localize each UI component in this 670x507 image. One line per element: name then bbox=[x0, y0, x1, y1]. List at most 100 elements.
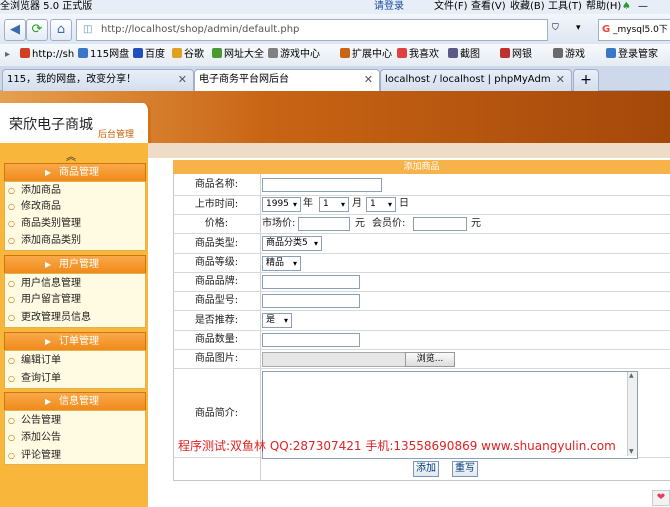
close-icon[interactable]: ✕ bbox=[364, 70, 373, 90]
label-recommend: 是否推荐: bbox=[194, 315, 239, 326]
year-select[interactable]: 1995 ▾ bbox=[262, 197, 301, 212]
navigation-bar: ◀ ⟳ ⌂ ◫ http://localhost/shop/admin/defa… bbox=[0, 14, 670, 45]
label-product-type: 商品类型: bbox=[194, 238, 239, 249]
menu-help[interactable]: 帮助(H) bbox=[586, 0, 621, 14]
bookmark-9[interactable]: 截图 bbox=[448, 44, 480, 66]
row-divider bbox=[173, 310, 670, 311]
scroll-down-icon[interactable]: ▼ bbox=[629, 448, 634, 455]
test-watermark: 程序测试:双鱼林 QQ:287307421 手机:13558690869 www… bbox=[178, 439, 616, 453]
address-bar[interactable]: ◫ http://localhost/shop/admin/default.ph… bbox=[76, 19, 548, 41]
sidebar-item-admin-info[interactable]: ○ 更改管理员信息 bbox=[8, 310, 91, 326]
sidebar-item-category-manage[interactable]: ○ 商品类别管理 bbox=[8, 216, 81, 232]
model-input[interactable] bbox=[262, 294, 360, 308]
bookmark-5[interactable]: 网址大全 bbox=[212, 44, 264, 66]
image-file-input[interactable] bbox=[262, 352, 406, 367]
bookmarks-toggle[interactable]: ▸ bbox=[5, 44, 10, 66]
search-engine-icon: G bbox=[602, 24, 611, 35]
quantity-input[interactable] bbox=[262, 333, 360, 347]
label-model: 商品型号: bbox=[194, 295, 239, 306]
member-price-label: 会员价: bbox=[372, 218, 406, 229]
close-icon[interactable]: ✕ bbox=[556, 70, 565, 90]
menu-favorites[interactable]: 收藏(B) bbox=[510, 0, 545, 14]
label-quantity: 商品数量: bbox=[194, 334, 239, 345]
group-header-products[interactable]: ▶ 商品管理 bbox=[4, 163, 146, 182]
arrow-icon: ▶ bbox=[45, 337, 52, 346]
minimize-icon[interactable]: — bbox=[638, 0, 648, 14]
search-text: _mysql5.0下 bbox=[613, 25, 668, 35]
menu-tools[interactable]: 工具(T) bbox=[548, 0, 582, 14]
group-header-orders[interactable]: ▶ 订单管理 bbox=[4, 332, 146, 351]
bookmark-1[interactable]: http://sh bbox=[20, 44, 74, 66]
recommend-select[interactable]: 是 ▾ bbox=[262, 313, 292, 328]
sidebar-item-add-product[interactable]: ○ 添加商品 bbox=[8, 183, 61, 199]
row-divider bbox=[173, 368, 670, 369]
month-select[interactable]: 1 ▾ bbox=[319, 197, 349, 212]
scroll-up-icon[interactable]: ▲ bbox=[629, 372, 634, 379]
reset-button[interactable]: 重写 bbox=[452, 461, 478, 477]
arrow-icon: ▶ bbox=[45, 260, 52, 269]
collapse-icon[interactable]: ︽ bbox=[66, 148, 76, 163]
product-type-select[interactable]: 商品分类5 ▾ bbox=[262, 236, 322, 251]
day-select[interactable]: 1 ▾ bbox=[366, 197, 396, 212]
market-price-input[interactable] bbox=[298, 217, 350, 231]
sidebar-item-add-notice[interactable]: ○ 添加公告 bbox=[8, 430, 61, 446]
label-brand: 商品品牌: bbox=[194, 276, 239, 287]
sidebar-item-query-order[interactable]: ○ 查询订单 bbox=[8, 371, 61, 387]
sidebar-item-user-info[interactable]: ○ 用户信息管理 bbox=[8, 276, 81, 292]
sidebar-item-user-messages[interactable]: ○ 用户留言管理 bbox=[8, 292, 81, 308]
sidebar-item-notice-manage[interactable]: ○ 公告管理 bbox=[8, 413, 61, 429]
new-tab-button[interactable]: + bbox=[573, 69, 599, 91]
bookmark-10[interactable]: 网银 bbox=[500, 44, 532, 66]
browser-title: 全浏览器 5.0 正式版 bbox=[0, 1, 93, 12]
menu-view[interactable]: 查看(V) bbox=[471, 0, 506, 14]
close-icon[interactable]: ✕ bbox=[178, 70, 187, 90]
group-header-info[interactable]: ▶ 信息管理 bbox=[4, 392, 146, 411]
brand-input[interactable] bbox=[262, 275, 360, 289]
year-unit: 年 bbox=[303, 198, 313, 209]
sidebar-item-edit-order[interactable]: ○ 编辑订单 bbox=[8, 353, 61, 369]
submit-button[interactable]: 添加 bbox=[413, 461, 439, 477]
sidebar-item-edit-product[interactable]: ○ 修改商品 bbox=[8, 199, 61, 215]
sidebar-item-add-category[interactable]: ○ 添加商品类别 bbox=[8, 233, 81, 249]
security-icon[interactable]: ⛉ bbox=[552, 23, 559, 33]
tab-admin[interactable]: 电子商务平台网后台 ✕ bbox=[194, 69, 380, 92]
member-price-input[interactable] bbox=[413, 217, 467, 231]
favorite-heart-icon[interactable]: ❤ bbox=[652, 490, 670, 506]
bookmark-4[interactable]: 谷歌 bbox=[172, 44, 204, 66]
bookmark-11[interactable]: 游戏 bbox=[553, 44, 585, 66]
back-icon[interactable]: ◀ bbox=[4, 19, 26, 41]
site-name: 荣欣电子商城 bbox=[9, 117, 93, 133]
tab-phpmyadmin[interactable]: localhost / localhost | phpMyAdm ✕ bbox=[380, 69, 572, 91]
bookmark-7[interactable]: 扩展中心 bbox=[340, 44, 392, 66]
menu-file[interactable]: 文件(F) bbox=[434, 0, 468, 14]
tab-115[interactable]: 115，我的网盘，改变分享！ ✕ bbox=[2, 69, 194, 91]
product-name-input[interactable] bbox=[262, 178, 382, 192]
group-header-users[interactable]: ▶ 用户管理 bbox=[4, 255, 146, 274]
bookmark-2[interactable]: 115网盘 bbox=[78, 44, 129, 66]
site-subtitle: 后台管理 bbox=[98, 130, 135, 140]
bookmark-8[interactable]: 我喜欢 bbox=[397, 44, 439, 66]
label-release-date: 上市时间: bbox=[194, 199, 239, 210]
textarea-scrollbar[interactable]: ▲ ▼ bbox=[627, 372, 637, 456]
search-box[interactable]: G _mysql5.0下 bbox=[598, 19, 670, 41]
member-price-unit: 元 bbox=[471, 218, 481, 229]
browse-button[interactable]: 浏览... bbox=[405, 352, 455, 367]
arrow-icon: ▶ bbox=[45, 397, 52, 406]
home-icon[interactable]: ⌂ bbox=[50, 19, 72, 41]
market-price-unit: 元 bbox=[355, 218, 365, 229]
login-link[interactable]: 请登录 bbox=[374, 0, 404, 14]
refresh-icon[interactable]: ⟳ bbox=[26, 19, 48, 41]
bookmark-6[interactable]: 游戏中心 bbox=[268, 44, 320, 66]
bookmark-12[interactable]: 登录管家 bbox=[606, 44, 658, 66]
month-unit: 月 bbox=[352, 198, 362, 209]
sidebar-item-comment-manage[interactable]: ○ 评论管理 bbox=[8, 448, 61, 464]
form-header: 添加商品 bbox=[173, 160, 670, 174]
skin-icon[interactable]: ♠ bbox=[622, 0, 631, 14]
bookmark-3[interactable]: 百度 bbox=[133, 44, 165, 66]
form-divider bbox=[260, 174, 261, 480]
address-url: http://localhost/shop/admin/default.php bbox=[101, 24, 300, 35]
product-level-select[interactable]: 精品 ▾ bbox=[262, 256, 301, 271]
page-icon: ◫ bbox=[83, 24, 93, 35]
label-product-name: 商品名称: bbox=[194, 179, 239, 190]
dropdown-arrow-icon[interactable]: ▾ bbox=[576, 23, 581, 33]
